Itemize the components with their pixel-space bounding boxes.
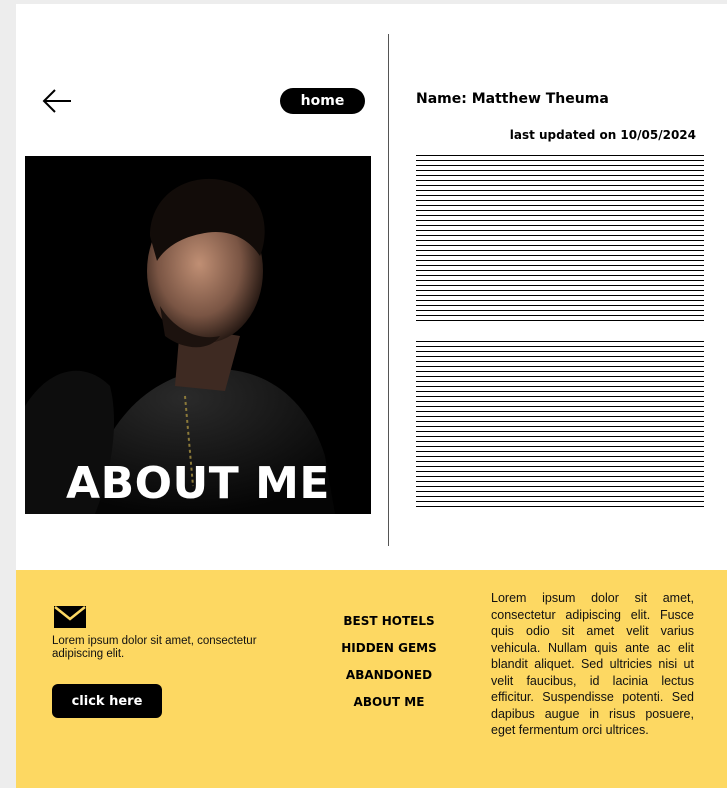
home-button[interactable]: home (280, 88, 365, 114)
placeholder-text-lines-bottom (416, 341, 704, 511)
placeholder-text-lines-top (416, 155, 704, 325)
footer-nav-hidden-gems[interactable]: HIDDEN GEMS (333, 640, 445, 667)
profile-name: Name: Matthew Theuma (416, 91, 609, 107)
footer-blurb: Lorem ipsum dolor sit amet, consectetur … (52, 635, 257, 660)
back-arrow-icon[interactable] (41, 88, 73, 114)
hero-title: ABOUT ME (66, 458, 330, 509)
column-divider (388, 34, 389, 546)
footer-nav-abandoned[interactable]: ABANDONED (333, 667, 445, 694)
footer-nav-about-me[interactable]: ABOUT ME (333, 694, 445, 721)
profile-photo: ABOUT ME (25, 156, 371, 514)
click-here-button[interactable]: click here (52, 684, 162, 718)
last-updated-text: last updated on 10/05/2024 (509, 128, 696, 142)
footer-nav: BEST HOTELS HIDDEN GEMS ABANDONED ABOUT … (333, 613, 445, 721)
footer-paragraph: Lorem ipsum dolor sit amet, consectetur … (491, 591, 694, 737)
footer-nav-best-hotels[interactable]: BEST HOTELS (333, 613, 445, 640)
envelope-icon[interactable] (53, 605, 87, 629)
